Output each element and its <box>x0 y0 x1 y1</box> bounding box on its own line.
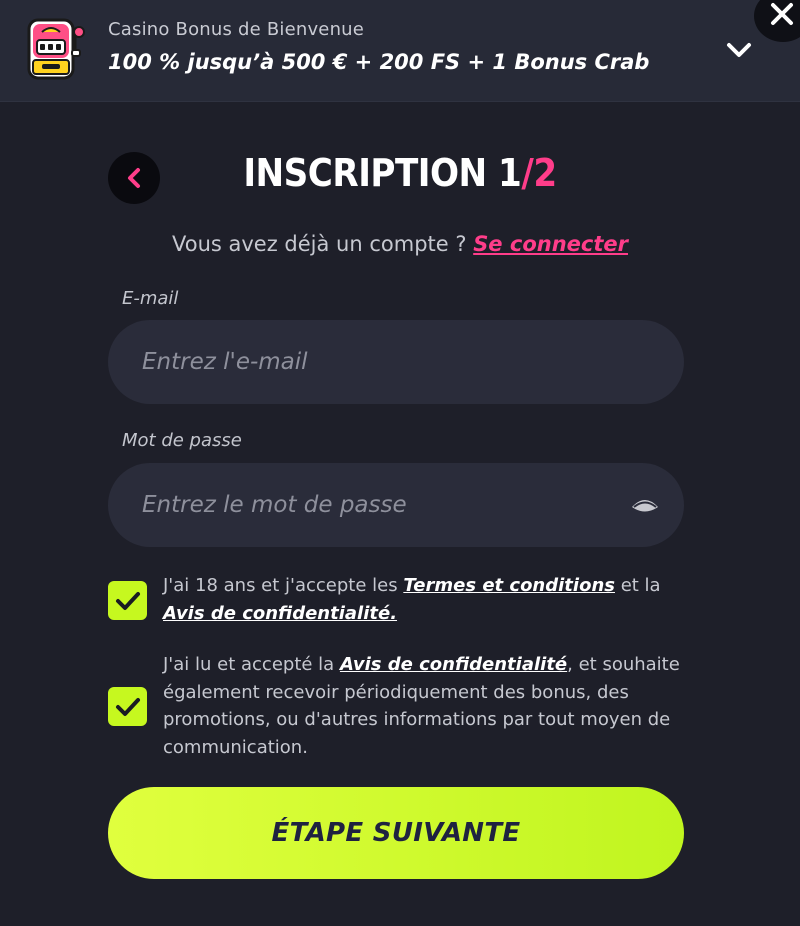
close-icon <box>771 3 793 25</box>
checkmark-icon <box>116 592 140 610</box>
privacy-link-2[interactable]: Avis de confidentialité <box>340 654 567 675</box>
back-button[interactable] <box>108 152 160 204</box>
marketing-consent-text: J'ai lu et accepté la Avis de confidenti… <box>163 651 693 761</box>
page-title-step: 2 <box>533 151 557 195</box>
terms-text-middle: et la <box>614 575 661 596</box>
terms-text-before: J'ai 18 ans et j'accepte les <box>163 575 404 596</box>
marketing-checkbox[interactable] <box>108 687 147 726</box>
email-input[interactable] <box>108 320 684 404</box>
eye-icon[interactable] <box>631 494 659 516</box>
terms-checkbox[interactable] <box>108 581 147 620</box>
page-title-main: INSCRIPTION 1 <box>243 151 522 195</box>
password-label: Mot de passe <box>122 430 242 451</box>
login-link[interactable]: Se connecter <box>473 232 628 256</box>
checkmark-icon <box>116 698 140 716</box>
page-title: INSCRIPTION 1/2 <box>190 151 610 195</box>
terms-link[interactable]: Termes et conditions <box>403 575 615 596</box>
banner-subtitle: Casino Bonus de Bienvenue <box>108 19 365 40</box>
banner-title: 100 % jusqu’à 500 € + 200 FS + 1 Bonus C… <box>108 50 650 74</box>
bonus-banner[interactable]: Casino Bonus de Bienvenue 100 % jusqu’à … <box>0 0 800 102</box>
login-prompt: Vous avez déjà un compte ? Se connecter <box>0 232 800 256</box>
chevron-down-icon[interactable] <box>724 36 754 64</box>
terms-consent-text: J'ai 18 ans et j'accepte les Termes et c… <box>163 572 693 627</box>
slot-machine-icon <box>27 18 85 80</box>
password-input[interactable] <box>108 463 684 547</box>
privacy-link[interactable]: Avis de confidentialité. <box>163 603 397 624</box>
marketing-text-before: J'ai lu et accepté la <box>163 654 340 675</box>
login-prompt-text: Vous avez déjà un compte ? <box>172 232 474 256</box>
page-title-slash: / <box>521 151 534 195</box>
chevron-left-icon <box>128 168 140 188</box>
email-label: E-mail <box>122 288 179 309</box>
next-step-button[interactable]: ÉTAPE SUIVANTE <box>108 787 684 879</box>
